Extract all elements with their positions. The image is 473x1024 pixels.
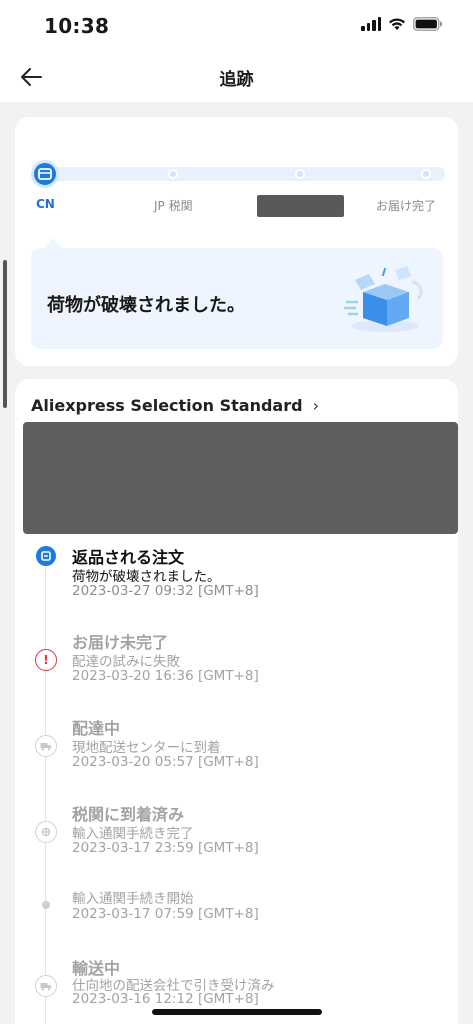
package-icon [38, 168, 52, 180]
wifi-icon [388, 17, 406, 31]
event-description: 輸入通関手続き開始 [72, 891, 194, 907]
status-message-box: 荷物が破壊されました。 [31, 248, 443, 349]
progress-track [45, 167, 445, 181]
carrier-name: Aliexpress Selection Standard [31, 396, 303, 415]
event-date: 2023-03-17 07:59 [GMT+8] [72, 906, 259, 922]
redacted-step-label [257, 195, 344, 217]
progress-card: CN JP 税関 お届け完了 荷物が破壊されました。 [15, 117, 458, 366]
home-indicator[interactable] [152, 1009, 322, 1015]
step-label-cn: CN [36, 197, 55, 211]
nav-bar: 追跡 [0, 52, 473, 102]
event-date: 2023-03-27 09:32 [GMT+8] [72, 583, 259, 599]
step-delivered-dot [421, 169, 431, 179]
step-cn-marker [31, 160, 59, 188]
truck-icon [35, 975, 57, 997]
truck-icon [35, 735, 57, 757]
dot-icon [42, 901, 50, 909]
event-date: 2023-03-17 23:59 [GMT+8] [72, 840, 259, 856]
page-title: 追跡 [219, 70, 254, 90]
timeline-line [45, 564, 46, 1024]
event-description: 配達の試みに失敗 [72, 654, 180, 670]
scroll-indicator [3, 260, 7, 408]
event-date: 2023-03-16 12:12 [GMT+8] [72, 991, 259, 1007]
step-label-jp-customs: JP 税関 [154, 199, 193, 213]
status-time: 10:38 [44, 14, 110, 38]
status-message: 荷物が破壊されました。 [47, 295, 245, 316]
event-date: 2023-03-20 16:36 [GMT+8] [72, 668, 259, 684]
step-3-dot [295, 169, 305, 179]
tracking-card: Aliexpress Selection Standard › 返品される注文 … [15, 379, 458, 1024]
customs-icon [35, 821, 57, 843]
carrier-link[interactable]: Aliexpress Selection Standard › [31, 396, 319, 415]
alert-icon: ! [35, 649, 57, 671]
cellular-signal-icon [361, 17, 381, 31]
event-description: 輸入通関手続き完了 [72, 826, 194, 842]
return-icon [36, 546, 56, 566]
status-icons [361, 17, 443, 31]
event-date: 2023-03-20 05:57 [GMT+8] [72, 754, 259, 770]
step-jp-customs-dot [168, 169, 178, 179]
chevron-right-icon: › [312, 396, 319, 415]
redacted-tracking-info [23, 422, 458, 534]
event-description: 現地配送センターに到着 [72, 740, 221, 756]
broken-package-illustration-icon [343, 266, 423, 332]
event-description: 荷物が破壊されました。 [72, 569, 221, 585]
battery-icon [413, 17, 443, 31]
status-bar: 10:38 [0, 0, 473, 52]
step-label-delivered: お届け完了 [376, 199, 437, 213]
